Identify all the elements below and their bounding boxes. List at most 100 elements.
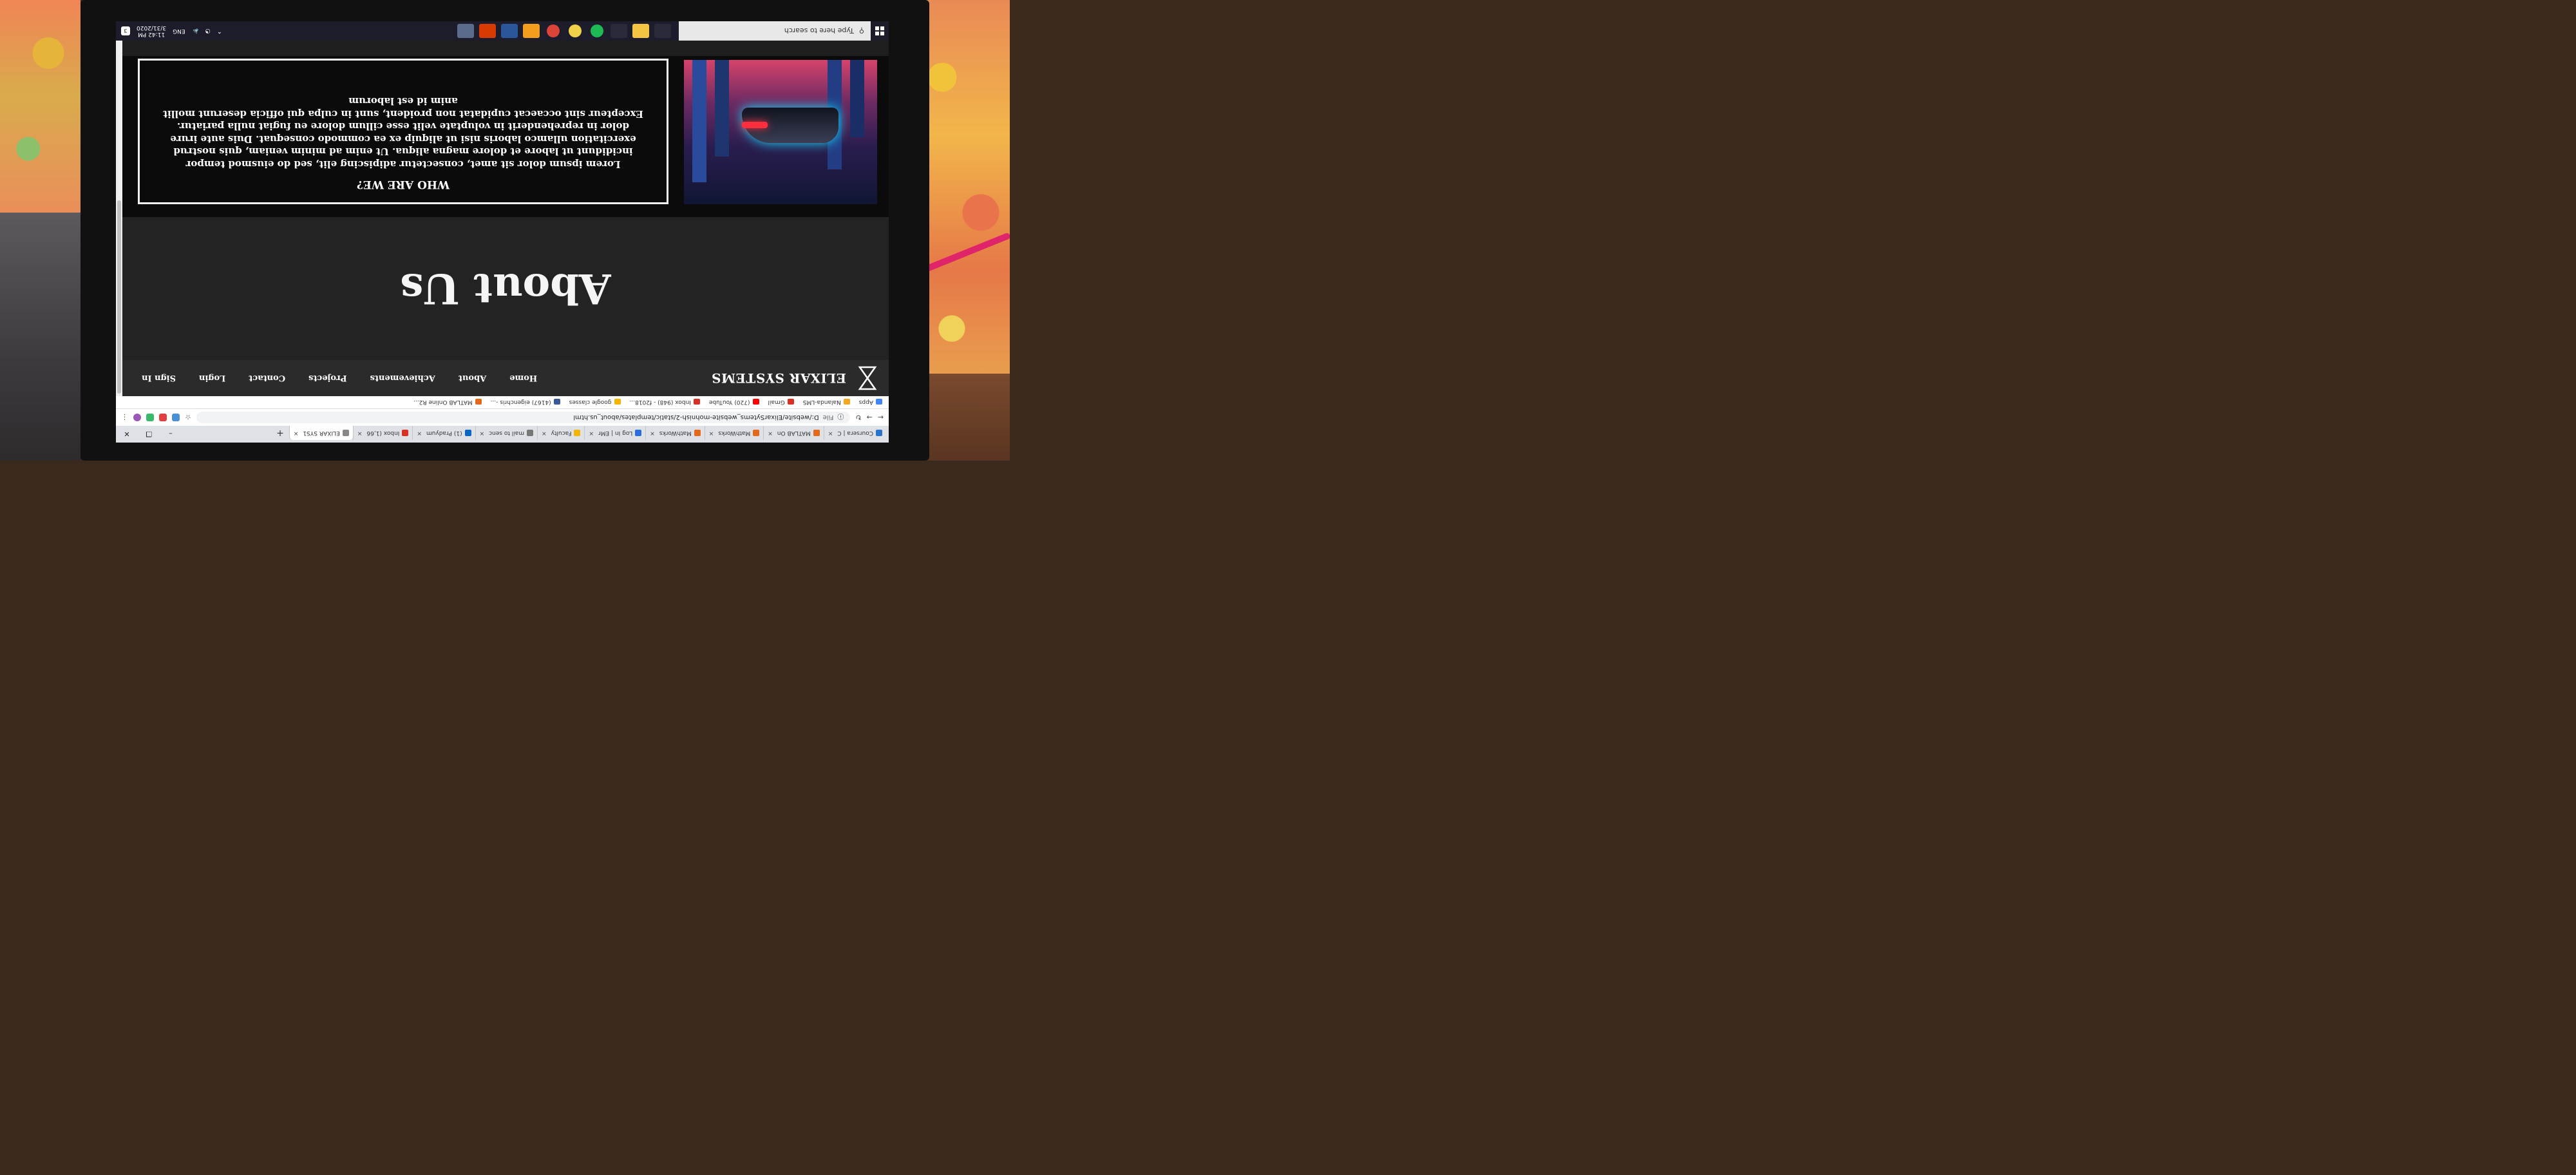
bookmark-item[interactable]: (720) YouTube bbox=[709, 399, 759, 405]
minimize-button[interactable]: – bbox=[160, 426, 182, 443]
bookmark-favicon-icon bbox=[553, 399, 560, 405]
star-icon[interactable]: ☆ bbox=[185, 414, 191, 422]
site-brand[interactable]: ELIXAR SYSTEMS bbox=[712, 370, 846, 386]
reload-icon[interactable]: ↻ bbox=[855, 414, 861, 422]
profile-avatar[interactable] bbox=[133, 414, 141, 421]
browser-tab[interactable]: (1) Pradyum ✕ bbox=[412, 426, 475, 440]
nav-link-projects[interactable]: Projects bbox=[308, 374, 347, 383]
browser-tab[interactable]: Coursera | C ✕ bbox=[823, 426, 886, 440]
close-window-button[interactable]: ✕ bbox=[116, 426, 138, 443]
tray-chevron-icon[interactable]: ⌃ bbox=[217, 28, 222, 35]
spotify-icon[interactable] bbox=[591, 24, 603, 37]
tab-close-icon[interactable]: ✕ bbox=[650, 430, 655, 436]
office-icon[interactable] bbox=[479, 24, 496, 38]
bookmark-favicon-icon bbox=[752, 399, 759, 405]
tab-close-icon[interactable]: ✕ bbox=[709, 430, 714, 436]
browser-tab[interactable]: mail to senc ✕ bbox=[475, 426, 538, 440]
paint-icon[interactable] bbox=[457, 24, 474, 38]
about-section: WHO ARE WE? Lorem ipsum dolor sit amet, … bbox=[122, 56, 889, 217]
tab-close-icon[interactable]: ✕ bbox=[357, 430, 363, 436]
extension-icon[interactable] bbox=[146, 414, 154, 421]
scrollbar-thumb[interactable] bbox=[117, 200, 121, 394]
browser-tab[interactable]: Log In | EMr ✕ bbox=[584, 426, 646, 440]
hourglass-logo-icon[interactable] bbox=[858, 366, 877, 390]
bookmark-favicon-icon bbox=[876, 399, 882, 405]
bookmark-item[interactable]: (4167) eigenchris -... bbox=[491, 399, 560, 405]
tab-close-icon[interactable]: ✕ bbox=[417, 430, 422, 436]
url-text[interactable]: D:/website/ElixarSytems_website-mohnish-… bbox=[573, 414, 819, 421]
floor-left bbox=[0, 213, 80, 461]
extension-icon[interactable] bbox=[172, 414, 180, 421]
hero-section: About Us bbox=[122, 217, 889, 360]
nav-link-about[interactable]: About bbox=[459, 374, 486, 383]
browser-tab[interactable]: Faculty ✕ bbox=[537, 426, 585, 440]
tab-label: Faculty bbox=[551, 430, 572, 436]
browser-tab[interactable]: Inbox (1,66 ✕ bbox=[352, 426, 413, 440]
nav-link-achievements[interactable]: Achievements bbox=[370, 374, 435, 383]
info-icon[interactable]: ⓘ bbox=[837, 413, 844, 423]
address-bar[interactable]: ⓘ File D:/website/ElixarSytems_website-m… bbox=[196, 412, 851, 423]
bookmark-item[interactable]: Nalanda-LMS bbox=[803, 399, 850, 405]
tab-favicon-icon bbox=[464, 430, 471, 436]
nav-link-contact[interactable]: Contact bbox=[249, 374, 285, 383]
tab-favicon-icon bbox=[574, 430, 581, 436]
browser-tab[interactable]: MathWorks ✕ bbox=[704, 426, 764, 440]
bookmark-item[interactable]: Apps bbox=[859, 399, 882, 405]
start-button[interactable] bbox=[871, 21, 889, 41]
tab-label: ELIXAR SYS1 bbox=[303, 430, 340, 436]
forward-arrow-icon[interactable]: → bbox=[867, 414, 873, 422]
task-view-icon[interactable] bbox=[654, 24, 671, 38]
tab-strip: Coursera | C ✕ MATLAB On ✕ MathWorks ✕ MathWor… bbox=[116, 426, 889, 443]
tab-close-icon[interactable]: ✕ bbox=[828, 430, 833, 436]
browser-tab[interactable]: MATLAB On ✕ bbox=[763, 426, 824, 440]
menu-kebab-icon[interactable]: ⋮ bbox=[121, 414, 128, 422]
word-icon[interactable] bbox=[501, 24, 518, 38]
extension-icon[interactable] bbox=[159, 414, 167, 421]
app-yellow-icon[interactable] bbox=[569, 24, 582, 37]
language-indicator[interactable]: ENG bbox=[173, 28, 185, 34]
tab-close-icon[interactable]: ✕ bbox=[294, 430, 299, 436]
file-explorer-icon[interactable] bbox=[632, 24, 649, 38]
bookmark-label: MATLAB Online R2... bbox=[413, 399, 473, 405]
page-scrollbar[interactable] bbox=[116, 41, 122, 396]
nav-links: Home About Achievements Projects Contact Logi… bbox=[142, 374, 537, 383]
bookmark-item[interactable]: MATLAB Online R2... bbox=[413, 399, 482, 405]
back-arrow-icon[interactable]: ← bbox=[878, 414, 884, 422]
bookmark-item[interactable]: Gmail bbox=[768, 399, 794, 405]
page-title: About Us bbox=[400, 264, 611, 313]
clock-time: 11:42 PM bbox=[138, 31, 166, 38]
windows-logo-icon bbox=[875, 26, 884, 35]
tab-close-icon[interactable]: ✕ bbox=[768, 430, 773, 436]
browser-tab[interactable]: ELIXAR SYS1 ✕ bbox=[289, 426, 353, 440]
tab-close-icon[interactable]: ✕ bbox=[542, 430, 547, 436]
tab-close-icon[interactable]: ✕ bbox=[589, 430, 594, 436]
volume-icon[interactable]: 🔈 bbox=[192, 28, 199, 34]
browser-tab[interactable]: MathWorks ✕ bbox=[645, 426, 705, 440]
chrome-icon[interactable] bbox=[547, 24, 560, 37]
new-tab-button[interactable]: + bbox=[271, 426, 289, 440]
nav-link-login[interactable]: Login bbox=[199, 374, 225, 383]
tab-close-icon[interactable]: ✕ bbox=[480, 430, 485, 436]
search-placeholder: Type here to search bbox=[784, 26, 854, 35]
network-icon[interactable]: ◔ bbox=[205, 28, 211, 34]
tab-label: Inbox (1,66 bbox=[366, 430, 400, 436]
clock[interactable]: 11:42 PM 3/31/2020 bbox=[137, 24, 166, 38]
taskbar-apps bbox=[457, 24, 671, 38]
taskbar-search[interactable]: ⚲ Type here to search bbox=[679, 21, 871, 41]
nav-link-sign-in[interactable]: Sign In bbox=[142, 374, 176, 383]
about-text-box: WHO ARE WE? Lorem ipsum dolor sit amet, … bbox=[138, 59, 668, 204]
nav-link-home[interactable]: Home bbox=[509, 374, 537, 383]
photo-scene: Coursera | C ✕ MATLAB On ✕ MathWorks ✕ MathWor… bbox=[0, 0, 1010, 461]
bookmark-label: Nalanda-LMS bbox=[802, 399, 841, 405]
bookmark-item[interactable]: Inbox (948) - f2018... bbox=[630, 399, 700, 405]
store-icon[interactable] bbox=[611, 24, 627, 38]
sublime-icon[interactable] bbox=[523, 24, 540, 38]
bookmark-item[interactable]: google classes bbox=[569, 399, 621, 405]
file-scheme-label: File bbox=[822, 414, 834, 421]
notification-center-icon[interactable]: 3 bbox=[121, 26, 130, 35]
bookmark-label: Inbox (948) - f2018... bbox=[629, 399, 691, 405]
windows-taskbar: ⚲ Type here to search ⌃ ◔ 🔈 ENG 11:42 PM… bbox=[116, 21, 889, 41]
restore-button[interactable]: ❐ bbox=[138, 426, 160, 443]
tab-favicon-icon bbox=[527, 430, 534, 436]
bookmark-favicon-icon bbox=[693, 399, 700, 405]
